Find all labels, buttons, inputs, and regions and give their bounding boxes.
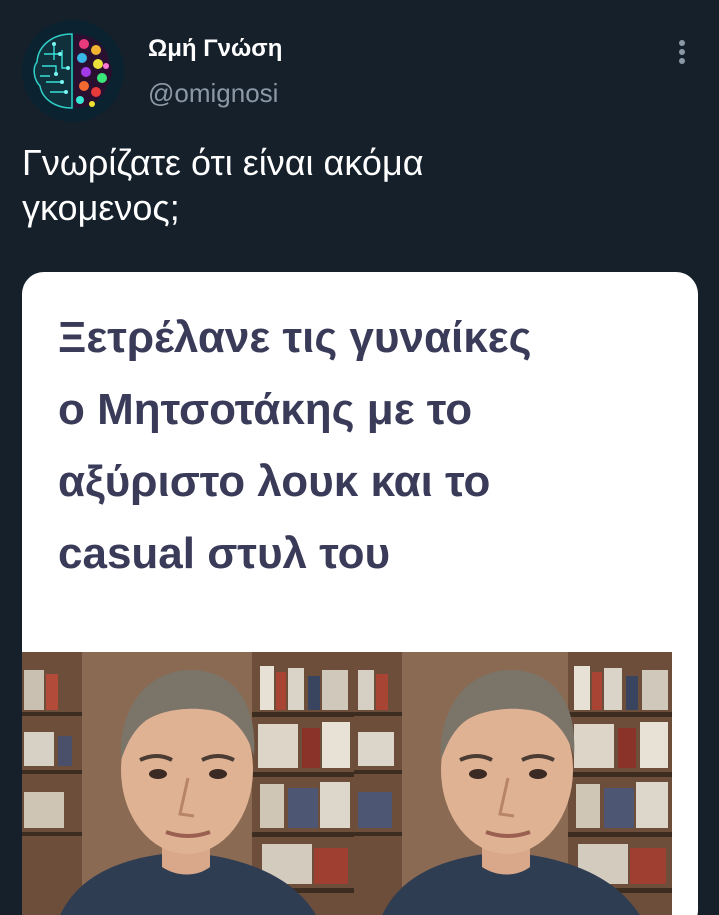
- avatar[interactable]: [22, 20, 124, 122]
- brain-logo-icon: [22, 20, 124, 122]
- tweet-media-image[interactable]: Ξετρέλανε τις γυναίκες ο Μητσοτάκης με τ…: [22, 272, 698, 915]
- tweet-text: Γνωρίζατε ότι είναι ακόμα γκομενος;: [22, 142, 424, 228]
- portrait-photo-left: [22, 652, 354, 915]
- display-name[interactable]: Ωμή Γνώση: [148, 35, 282, 63]
- tweet: Ωμή Γνώση @omignosi Γνωρίζατε ότι είναι …: [0, 0, 719, 915]
- vertical-dots-icon: [679, 40, 685, 64]
- article-headline: Ξετρέλανε τις γυναίκες ο Μητσοτάκης με τ…: [58, 313, 532, 578]
- portrait-photo-right: [354, 652, 672, 915]
- user-handle[interactable]: @omignosi: [148, 78, 278, 109]
- more-options-button[interactable]: [664, 34, 700, 70]
